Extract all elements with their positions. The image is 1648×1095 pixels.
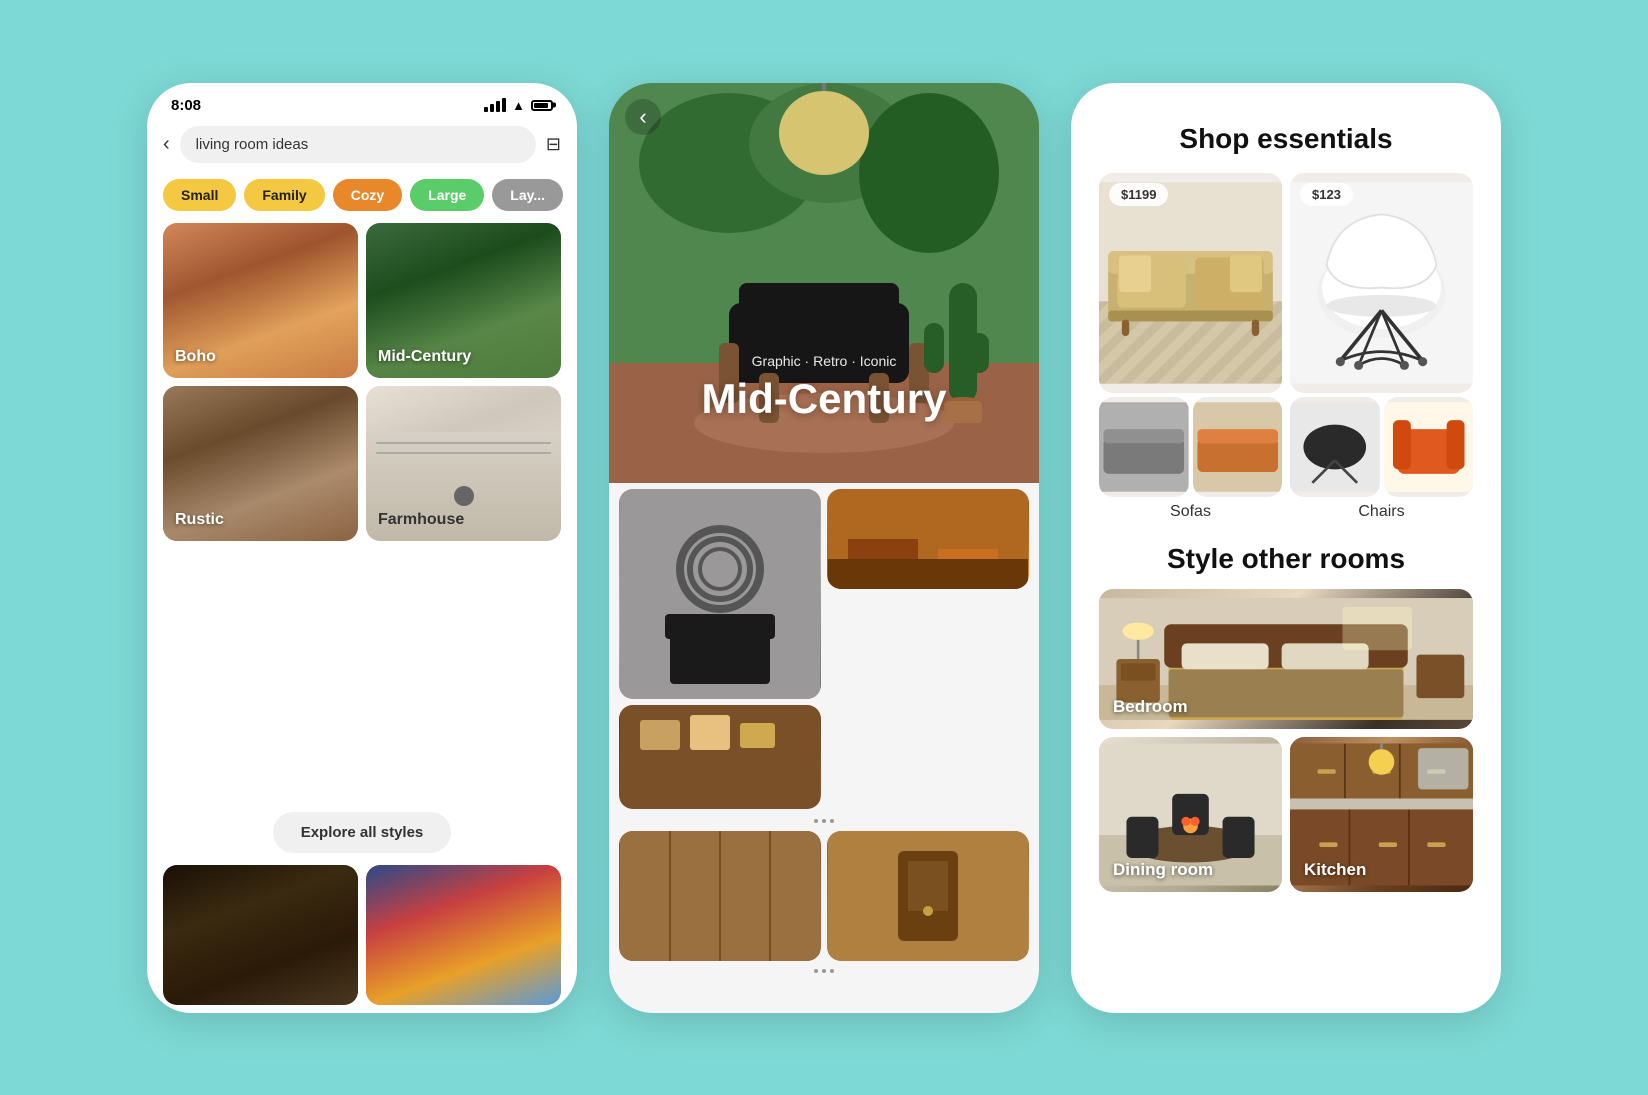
style-card-boho[interactable]: Boho [163,223,358,378]
chip-large[interactable]: Large [410,179,484,211]
sofas-price: $1199 [1109,183,1168,206]
kitchen-label: Kitchen [1304,860,1366,880]
style-card-midcentury[interactable]: Mid-Century [366,223,561,378]
filter-icon[interactable]: ⊟ [546,134,561,155]
phone-screen-1: 8:08 ▲ ‹ living room ideas ⊟ Small Famil… [147,83,577,1013]
dots-indicator-1 [619,815,1029,827]
chip-family[interactable]: Family [244,179,324,211]
explore-btn-wrap: Explore all styles [147,798,577,865]
chip-small[interactable]: Small [163,179,236,211]
masonry-photo-1[interactable] [619,489,821,699]
dot-1 [814,819,818,823]
status-icons: ▲ [484,98,553,113]
bedroom-card[interactable]: Bedroom [1099,589,1473,729]
right-panel: Shop essentials [1071,83,1501,1013]
battery-icon [531,100,553,111]
hero-subtitle: Graphic · Retro · Iconic [609,353,1039,369]
masonry-photo-4[interactable] [619,831,821,961]
style-card-farmhouse[interactable]: Farmhouse [366,386,561,541]
dining-label: Dining room [1113,860,1213,880]
signal-icon [484,98,506,112]
style-rooms-title: Style other rooms [1099,543,1473,575]
shop-essentials-title: Shop essentials [1099,123,1473,155]
style-grid-section: Boho Mid-Century Rustic Farmhouse [147,223,577,798]
chip-cozy[interactable]: Cozy [333,179,402,211]
style-card-rustic[interactable]: Rustic [163,386,358,541]
dot-2 [822,819,826,823]
phone-screen-2: ‹ Graphic · Retro · Iconic Mid-Century [609,83,1039,1013]
hero-back-button[interactable]: ‹ [625,99,661,135]
sofas-sub-grid [1099,397,1282,497]
chair-sub-1[interactable] [1290,397,1380,497]
masonry-photo-2[interactable] [827,489,1029,589]
dot-5 [822,969,826,973]
status-bar: 8:08 ▲ [147,83,577,122]
chairs-main-card[interactable]: $123 [1290,173,1473,393]
bottom-photos [147,865,577,1013]
masonry-photo-5[interactable] [827,831,1029,961]
rooms-grid: Bedroom Dining room [1099,589,1473,892]
hero-card: ‹ Graphic · Retro · Iconic Mid-Century [609,83,1039,483]
style-grid: Boho Mid-Century Rustic Farmhouse [163,223,561,541]
chairs-label: Chairs [1290,497,1473,525]
essentials-grid: $1199 So [1099,173,1473,525]
dot-6 [830,969,834,973]
bottom-photo-1[interactable] [163,865,358,1005]
chairs-column: $123 [1290,173,1473,525]
chairs-sub-grid [1290,397,1473,497]
dot-3 [830,819,834,823]
hero-title: Mid-Century [609,375,1039,423]
explore-all-styles-button[interactable]: Explore all styles [273,812,452,853]
kitchen-card[interactable]: Kitchen [1290,737,1473,892]
sofas-main-card[interactable]: $1199 [1099,173,1282,393]
sofas-column: $1199 So [1099,173,1282,525]
rustic-label: Rustic [175,511,224,529]
sofas-label: Sofas [1099,497,1282,525]
farmhouse-label: Farmhouse [378,511,464,529]
search-input[interactable]: living room ideas [180,126,536,163]
midcentury-label: Mid-Century [378,348,471,366]
chair-sub-2[interactable] [1384,397,1474,497]
masonry-photo-3[interactable] [619,705,821,809]
back-button[interactable]: ‹ [163,133,170,156]
chip-layout[interactable]: Lay... [492,179,563,211]
bedroom-label: Bedroom [1113,697,1188,717]
dot-4 [814,969,818,973]
dots-indicator-2 [619,965,1029,977]
time-display: 8:08 [171,97,201,114]
chairs-price: $123 [1300,183,1353,206]
boho-label: Boho [175,348,216,366]
sofa-sub-1[interactable] [1099,397,1189,497]
wifi-icon: ▲ [512,98,525,113]
filter-chips: Small Family Cozy Large Lay... [147,173,577,223]
dining-card[interactable]: Dining room [1099,737,1282,892]
hero-text: Graphic · Retro · Iconic Mid-Century [609,353,1039,423]
bottom-photo-2[interactable] [366,865,561,1005]
search-bar-row: ‹ living room ideas ⊟ [147,122,577,173]
sofa-sub-2[interactable] [1193,397,1283,497]
